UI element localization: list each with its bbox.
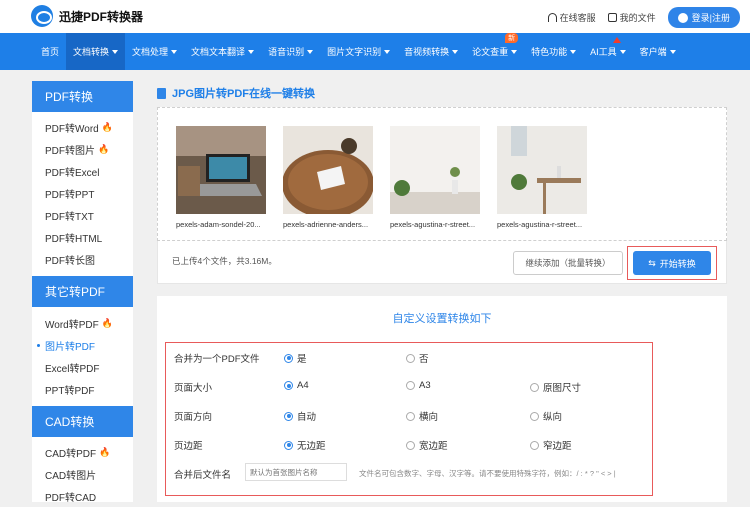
options-table: 合并为一个PDF文件 是 否 页面大小 A4 A3 原图尺寸 页面方向 自动 横… bbox=[165, 342, 653, 496]
radio-margin-none[interactable]: 无边距 bbox=[284, 438, 326, 452]
upload-area[interactable]: pexels-adam-sondel-20... pexels-adrienne… bbox=[157, 107, 727, 241]
sidebar-item-pdf-to-long-image[interactable]: PDF转长图 bbox=[32, 248, 133, 270]
fire-icon: 🔥 bbox=[98, 143, 110, 154]
caret-down-icon bbox=[112, 49, 119, 54]
main-nav: 首页 文档转换 文档处理 文档文本翻译 语音识别 图片文字识别 音视频转换 论文… bbox=[0, 33, 750, 70]
new-badge: 新 bbox=[505, 33, 519, 43]
sidebar-item-pdf-to-image[interactable]: PDF转图片 🔥 bbox=[32, 138, 133, 160]
nav-ai-tools[interactable]: AI工具 bbox=[583, 33, 633, 70]
nav-av-convert[interactable]: 音视频转换 bbox=[397, 33, 465, 70]
option-orientation: 页面方向 自动 横向 纵向 bbox=[166, 401, 652, 429]
radio-merge-no[interactable]: 否 bbox=[406, 351, 429, 365]
laptop-photo-image bbox=[176, 126, 266, 214]
option-page-size: 页面大小 A4 A3 原图尺寸 bbox=[174, 380, 582, 394]
document-icon bbox=[157, 87, 166, 99]
radio-merge-yes[interactable]: 是 bbox=[284, 351, 307, 365]
add-more-button[interactable]: 继续添加（批量转换） bbox=[513, 251, 623, 275]
nav-features[interactable]: 特色功能 bbox=[524, 33, 583, 70]
page-title: JPG图片转PDF在线一键转换 bbox=[172, 88, 316, 100]
sidebar-item-pdf-to-ppt[interactable]: PDF转PPT bbox=[32, 182, 133, 204]
top-header: 迅捷PDF转换器 在线客服 我的文件 登录|注册 bbox=[0, 0, 750, 33]
document-icon bbox=[607, 13, 617, 22]
sidebar-item-image-to-pdf[interactable]: 图片转PDF bbox=[32, 334, 133, 356]
file-name: pexels-adam-sondel-20... bbox=[176, 220, 261, 229]
sidebar-item-pdf-to-excel[interactable]: PDF转Excel bbox=[32, 160, 133, 182]
option-margin: 页边距 无边距 宽边距 窄边距 bbox=[166, 430, 652, 458]
sidebar-item-ppt-to-pdf[interactable]: PPT转PDF bbox=[32, 378, 133, 400]
caret-down-icon bbox=[384, 49, 391, 54]
sidebar-item-excel-to-pdf[interactable]: Excel转PDF bbox=[32, 356, 133, 378]
caret-down-icon bbox=[669, 49, 676, 54]
radio-size-a4[interactable]: A4 bbox=[284, 380, 309, 391]
nav-speech[interactable]: 语音识别 bbox=[261, 33, 320, 70]
file-thumbnail[interactable] bbox=[176, 126, 266, 214]
logo-text: 迅捷PDF转换器 bbox=[59, 9, 144, 24]
sidebar-item-word-to-pdf[interactable]: Word转PDF 🔥 bbox=[32, 312, 133, 334]
convert-arrows-icon: ⇆ bbox=[648, 257, 656, 268]
file-thumbnail[interactable] bbox=[497, 126, 587, 214]
radio-orient-auto[interactable]: 自动 bbox=[284, 409, 316, 423]
caret-down-icon bbox=[619, 49, 626, 54]
nav-client[interactable]: 客户端 bbox=[633, 33, 683, 70]
fire-icon: 🔥 bbox=[101, 317, 113, 328]
plant-photo-image bbox=[390, 126, 480, 214]
nav-doc-process[interactable]: 文档处理 bbox=[125, 33, 184, 70]
caret-down-icon bbox=[307, 49, 314, 54]
my-files-link[interactable]: 我的文件 bbox=[607, 11, 656, 24]
start-convert-button[interactable]: ⇆ 开始转换 bbox=[633, 251, 711, 275]
radio-orient-landscape[interactable]: 横向 bbox=[406, 409, 438, 423]
headset-icon bbox=[547, 13, 557, 22]
file-name: pexels-agustina-r-street... bbox=[390, 220, 476, 229]
file-name: pexels-agustina-r-street... bbox=[497, 220, 583, 229]
radio-size-original[interactable]: 原图尺寸 bbox=[530, 380, 581, 394]
active-bullet-icon bbox=[37, 343, 40, 347]
customer-service-link[interactable]: 在线客服 bbox=[547, 11, 596, 24]
radio-size-a3[interactable]: A3 bbox=[406, 380, 431, 391]
option-merge: 合并为一个PDF文件 是 否 bbox=[166, 343, 652, 371]
settings-title: 自定义设置转换如下 bbox=[392, 313, 492, 325]
user-icon bbox=[677, 12, 688, 23]
logo[interactable]: 迅捷PDF转换器 bbox=[31, 5, 143, 27]
radio-orient-portrait[interactable]: 纵向 bbox=[530, 409, 562, 423]
upload-status: 已上传4个文件，共3.16M。 bbox=[172, 256, 277, 266]
upload-footer: 已上传4个文件，共3.16M。 继续添加（批量转换） ⇆ 开始转换 bbox=[157, 241, 727, 284]
fire-icon: 🔥 bbox=[99, 446, 111, 457]
settings-panel: 自定义设置转换如下 合并为一个PDF文件 是 否 页面大小 A4 A3 原图尺寸… bbox=[157, 296, 727, 502]
shelf-photo-image bbox=[497, 126, 587, 214]
login-register-button[interactable]: 登录|注册 bbox=[667, 7, 740, 28]
sidebar-item-cad-to-pdf[interactable]: CAD转PDF 🔥 bbox=[32, 441, 133, 463]
sidebar-item-pdf-to-html[interactable]: PDF转HTML bbox=[32, 226, 133, 248]
sidebar-item-pdf-to-txt[interactable]: PDF转TXT bbox=[32, 204, 133, 226]
nav-doc-convert[interactable]: 文档转换 bbox=[66, 33, 126, 70]
file-name: pexels-adrienne-anders... bbox=[283, 220, 369, 229]
file-thumbnail[interactable] bbox=[283, 126, 373, 214]
sidebar-item-cad-to-image[interactable]: CAD转图片 bbox=[32, 463, 133, 485]
sidebar-item-pdf-to-cad[interactable]: PDF转CAD bbox=[32, 485, 133, 507]
radio-margin-narrow[interactable]: 窄边距 bbox=[530, 438, 572, 452]
hot-marker-icon bbox=[613, 37, 622, 43]
nav-home[interactable]: 首页 bbox=[34, 33, 66, 70]
sidebar-section-other-to-pdf: 其它转PDF bbox=[32, 276, 133, 307]
sidebar-section-pdf-convert: PDF转换 bbox=[32, 81, 133, 112]
sidebar-section-cad-convert: CAD转换 bbox=[32, 406, 133, 437]
sidebar-item-pdf-to-word[interactable]: PDF转Word 🔥 bbox=[32, 116, 133, 138]
nav-plagiarism[interactable]: 论文查重新 bbox=[465, 33, 524, 70]
option-filename: 合并后文件名 文件名可包含数字、字母、汉字等。请不要使用特殊字符，例如：/ : … bbox=[166, 459, 652, 487]
filename-input[interactable] bbox=[245, 463, 347, 481]
main-content: JPG图片转PDF在线一键转换 pexels-adam-sondel-20... bbox=[145, 81, 750, 502]
nav-ocr[interactable]: 图片文字识别 bbox=[320, 33, 397, 70]
logo-icon bbox=[31, 5, 53, 27]
fire-icon: 🔥 bbox=[101, 121, 113, 132]
caret-down-icon bbox=[248, 49, 255, 54]
caret-down-icon bbox=[511, 49, 518, 54]
radio-margin-wide[interactable]: 宽边距 bbox=[406, 438, 448, 452]
caret-down-icon bbox=[570, 49, 577, 54]
file-thumbnail[interactable] bbox=[390, 126, 480, 214]
table-photo-image bbox=[283, 126, 373, 214]
caret-down-icon bbox=[171, 49, 178, 54]
nav-doc-translate[interactable]: 文档文本翻译 bbox=[184, 33, 261, 70]
caret-down-icon bbox=[452, 49, 459, 54]
sidebar: PDF转换 PDF转Word 🔥 PDF转图片 🔥 PDF转Excel PDF转PP… bbox=[32, 81, 133, 504]
filename-tip: 文件名可包含数字、字母、汉字等。请不要使用特殊字符，例如：/ : * ? " <… bbox=[359, 469, 616, 478]
